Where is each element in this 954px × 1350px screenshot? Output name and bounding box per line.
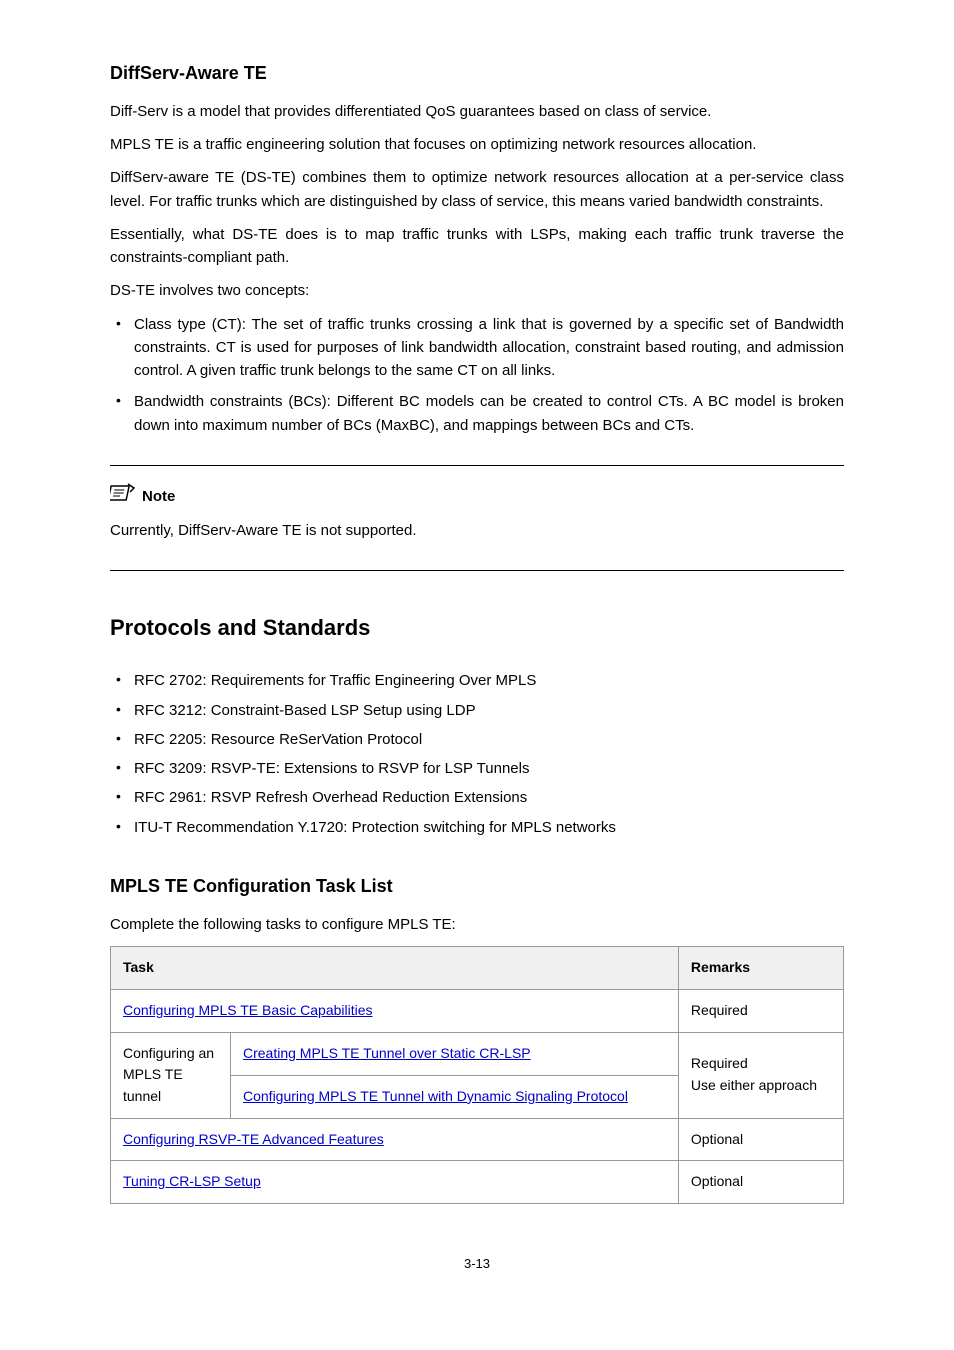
remark-either: Use either approach xyxy=(691,1077,817,1093)
list-item: RFC 2205: Resource ReSerVation Protocol xyxy=(134,728,844,751)
tasklist-heading: MPLS TE Configuration Task List xyxy=(110,873,844,901)
table-row: Configuring MPLS TE Basic Capabilities R… xyxy=(111,989,844,1032)
table-header-task: Task xyxy=(111,947,679,990)
table-row: Configuring RSVP-TE Advanced Features Op… xyxy=(111,1118,844,1161)
note-icon xyxy=(110,482,136,511)
list-item: Bandwidth constraints (BCs): Different B… xyxy=(134,390,844,437)
note-text: Currently, DiffServ-Aware TE is not supp… xyxy=(110,519,844,542)
link-basic-capabilities[interactable]: Configuring MPLS TE Basic Capabilities xyxy=(123,1002,373,1018)
list-item: RFC 2702: Requirements for Traffic Engin… xyxy=(134,669,844,692)
link-tuning-crlsp[interactable]: Tuning CR-LSP Setup xyxy=(123,1173,261,1189)
table-header-remarks: Remarks xyxy=(678,947,843,990)
list-item: Class type (CT): The set of traffic trun… xyxy=(134,313,844,383)
paragraph: DS-TE involves two concepts: xyxy=(110,279,844,302)
protocols-list: RFC 2702: Requirements for Traffic Engin… xyxy=(110,669,844,839)
cell-remark: Optional xyxy=(678,1118,843,1161)
cell-remark: Required xyxy=(678,989,843,1032)
table-row: Configuring an MPLS TE tunnel Creating M… xyxy=(111,1032,844,1075)
remark-required: Required xyxy=(691,1055,748,1071)
paragraph: DiffServ-aware TE (DS-TE) combines them … xyxy=(110,166,844,213)
link-static-crlsp[interactable]: Creating MPLS TE Tunnel over Static CR-L… xyxy=(243,1045,531,1061)
diffserv-bullet-list: Class type (CT): The set of traffic trun… xyxy=(110,313,844,437)
paragraph: MPLS TE is a traffic engineering solutio… xyxy=(110,133,844,156)
paragraph: Essentially, what DS-TE does is to map t… xyxy=(110,223,844,270)
note-block: Note Currently, DiffServ-Aware TE is not… xyxy=(110,465,844,572)
list-item: RFC 3212: Constraint-Based LSP Setup usi… xyxy=(134,699,844,722)
task-table: Task Remarks Configuring MPLS TE Basic C… xyxy=(110,946,844,1204)
protocols-heading: Protocols and Standards xyxy=(110,611,844,645)
paragraph: Diff-Serv is a model that provides diffe… xyxy=(110,100,844,123)
table-row: Tuning CR-LSP Setup Optional xyxy=(111,1161,844,1204)
cell-remark: Optional xyxy=(678,1161,843,1204)
list-item: RFC 2961: RSVP Refresh Overhead Reductio… xyxy=(134,786,844,809)
cell-remark: Required Use either approach xyxy=(678,1032,843,1118)
diffserv-heading: DiffServ-Aware TE xyxy=(110,60,844,88)
link-dynamic-signaling[interactable]: Configuring MPLS TE Tunnel with Dynamic … xyxy=(243,1088,628,1104)
list-item: RFC 3209: RSVP-TE: Extensions to RSVP fo… xyxy=(134,757,844,780)
link-rsvp-advanced[interactable]: Configuring RSVP-TE Advanced Features xyxy=(123,1131,384,1147)
note-label: Note xyxy=(142,485,175,508)
tasklist-intro: Complete the following tasks to configur… xyxy=(110,913,844,936)
cell-group: Configuring an MPLS TE tunnel xyxy=(111,1032,231,1118)
list-item: ITU-T Recommendation Y.1720: Protection … xyxy=(134,816,844,839)
page-number: 3-13 xyxy=(110,1254,844,1274)
